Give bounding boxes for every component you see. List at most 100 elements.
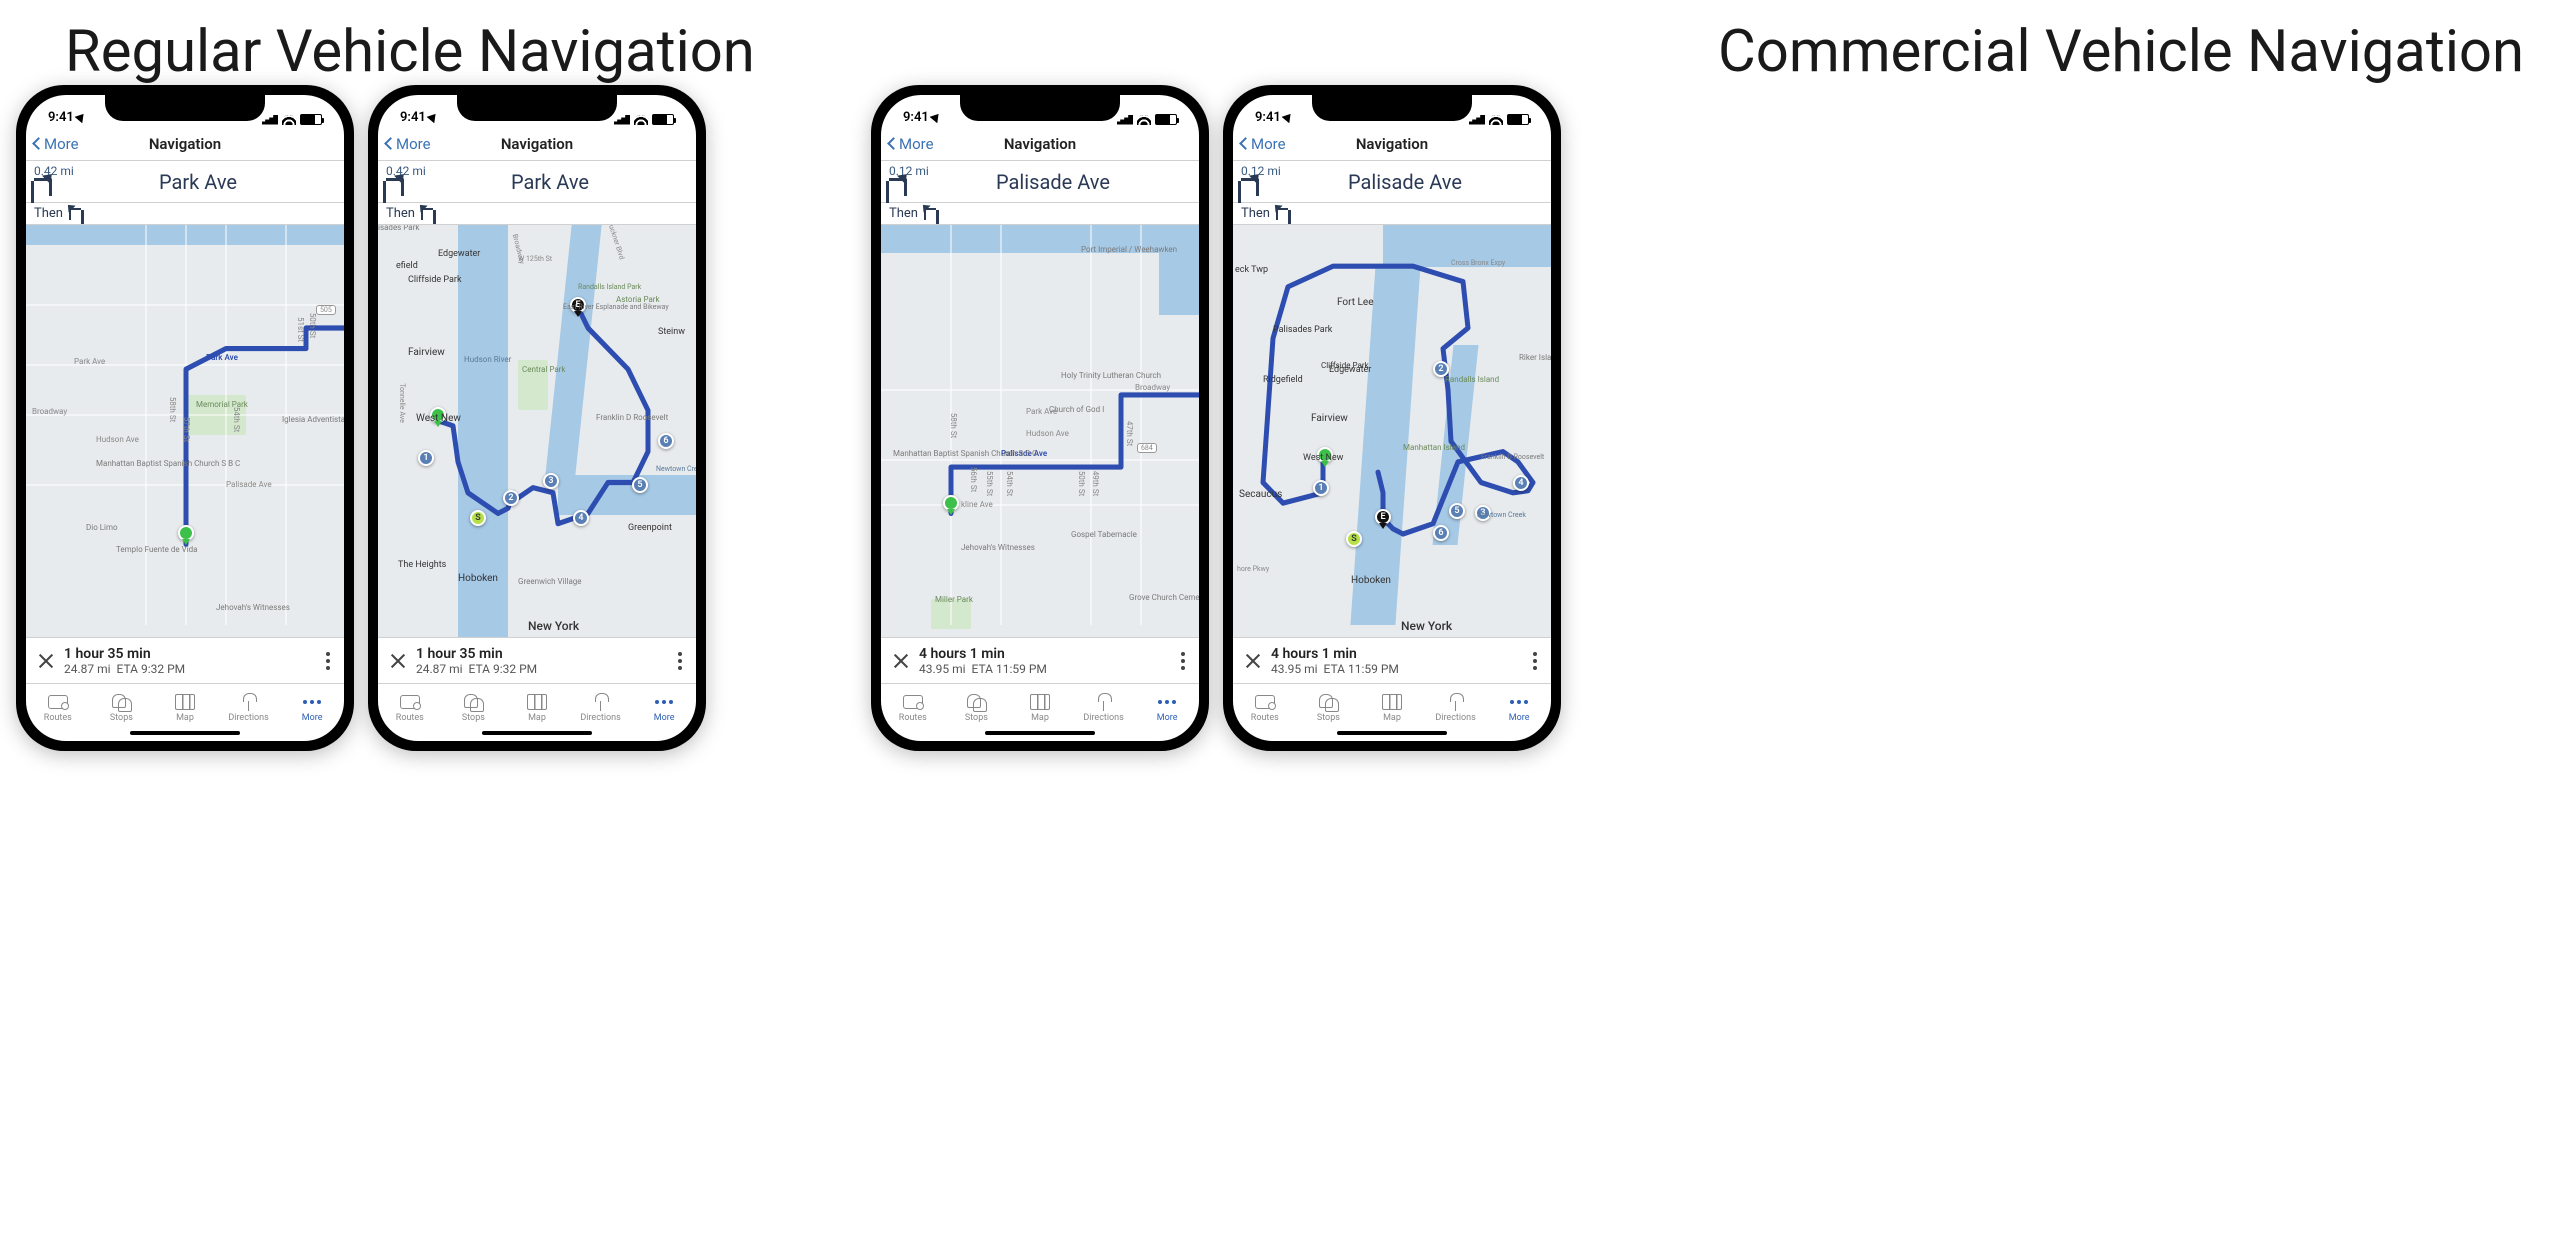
tab-map[interactable]: Map [505,684,569,731]
back-button[interactable]: More [889,135,934,153]
map-label: The Heights [398,560,446,570]
tab-stops[interactable]: Stops [90,684,154,731]
map-label: Grove Church Cemetery [1129,593,1199,602]
map-label: Hudson Ave [1026,429,1069,438]
home-indicator[interactable] [26,731,344,741]
tab-map[interactable]: Map [1360,684,1424,731]
map-icon [527,694,547,710]
cell-signal-icon [262,115,278,125]
kebab-menu-icon[interactable] [322,652,334,670]
map-label: Newtown Creek [656,465,696,473]
back-button[interactable]: More [386,135,431,153]
trip-detail: 43.95 mi ETA 11:59 PM [1271,662,1519,676]
tab-directions[interactable]: Directions [569,684,633,731]
back-button[interactable]: More [1241,135,1286,153]
map-view[interactable]: Park Ave Park Ave Broadway Hudson Ave Pa… [26,225,344,637]
map-label: Jehovah's Witnesses [961,543,1035,552]
trip-summary: 4 hours 1 min 43.95 mi ETA 11:59 PM [881,637,1199,683]
map-label: Cliffside Park [1321,361,1369,370]
tab-stops[interactable]: Stops [1297,684,1361,731]
page-title: Navigation [501,135,573,153]
tab-routes[interactable]: Routes [26,684,90,731]
status-time: 9:41 [903,110,941,125]
page-title: Navigation [149,135,221,153]
home-indicator[interactable] [378,731,696,741]
turn-right-icon [1241,178,1259,196]
tab-more[interactable]: More [1487,684,1551,731]
tab-directions[interactable]: Directions [217,684,281,731]
map-label: Hudson Ave [96,435,139,444]
map-pin-stop: 6 [658,433,674,449]
map-label: eck Twp [1235,265,1268,275]
map-label: Fairview [1311,413,1348,424]
home-indicator[interactable] [881,731,1199,741]
map-label: Greenwich Village [518,577,582,586]
kebab-menu-icon[interactable] [674,652,686,670]
map-label: Ridgefield [1263,375,1303,385]
kebab-menu-icon[interactable] [1529,652,1541,670]
status-time: 9:41 [48,110,86,125]
close-icon[interactable] [891,652,909,670]
then-direction: Then [378,203,696,225]
map-label: Fairview [408,347,445,358]
then-label: Then [34,206,63,221]
map-label: Edgewater [438,249,480,259]
trip-duration: 1 hour 35 min [64,646,312,662]
tab-directions[interactable]: Directions [1424,684,1488,731]
map-label: efield [396,261,418,271]
map-view[interactable]: S 1 2 3 4 5 6 E New York West New Hoboke… [378,225,696,637]
map-label: Manhattan Baptist Spanish Church S B C [893,449,1037,458]
tab-directions[interactable]: Directions [1072,684,1136,731]
next-street: Park Ave [52,170,344,194]
next-street: Park Ave [404,170,696,194]
map-label: Dio Limo [86,523,118,532]
tab-map[interactable]: Map [153,684,217,731]
tab-map[interactable]: Map [1008,684,1072,731]
tab-more[interactable]: More [632,684,696,731]
tab-more[interactable]: More [280,684,344,731]
tab-routes[interactable]: Routes [881,684,945,731]
map-label: 54th St [232,407,241,432]
map-label: 58th St [949,413,958,438]
map-pin-stop: 1 [1313,480,1329,496]
map-label: Palisades Park [1273,325,1332,335]
map-pin-start: S [470,510,486,526]
routes-icon [400,695,420,709]
map-label: 50th St [308,313,317,338]
trip-detail: 24.87 mi ETA 9:32 PM [416,662,664,676]
trip-detail: 24.87 mi ETA 9:32 PM [64,662,312,676]
map-pin-stop: 1 [418,450,434,466]
map-view[interactable]: Palisade Ave Broadway kline Ave Park Ave… [881,225,1199,637]
map-label: Manhattan Baptist Spanish Church S B C [96,459,240,468]
close-icon[interactable] [1243,652,1261,670]
page-title: Navigation [1004,135,1076,153]
chevron-left-icon [887,137,900,150]
trip-summary: 4 hours 1 min 43.95 mi ETA 11:59 PM [1233,637,1551,683]
home-indicator[interactable] [1233,731,1551,741]
tab-routes[interactable]: Routes [378,684,442,731]
stops-icon [464,694,482,710]
chevron-left-icon [32,137,45,150]
tab-stops[interactable]: Stops [945,684,1009,731]
tab-more[interactable]: More [1135,684,1199,731]
back-button[interactable]: More [34,135,79,153]
more-icon [1158,700,1176,704]
kebab-menu-icon[interactable] [1177,652,1189,670]
map-label: hore Pkwy [1237,565,1269,573]
map-label: isades Park [378,225,419,232]
map-label: Park Ave [74,357,105,366]
next-street: Palisade Ave [1259,170,1551,194]
map-view[interactable]: S 1 2 3 4 5 6 E New York Hoboken Fairvie… [1233,225,1551,637]
more-icon [1510,700,1528,704]
direction-bar: 0.42 mi Park Ave [26,161,344,203]
battery-icon [652,114,674,125]
close-icon[interactable] [388,652,406,670]
directions-icon [1095,693,1113,711]
tab-stops[interactable]: Stops [442,684,506,731]
close-icon[interactable] [36,652,54,670]
direction-bar: 0.12 mi Palisade Ave [1233,161,1551,203]
map-label: Greenpoint [628,523,672,533]
map-label: Gospel Tabernacle [1071,530,1137,539]
map-label: Palisade Ave [226,480,272,489]
tab-routes[interactable]: Routes [1233,684,1297,731]
